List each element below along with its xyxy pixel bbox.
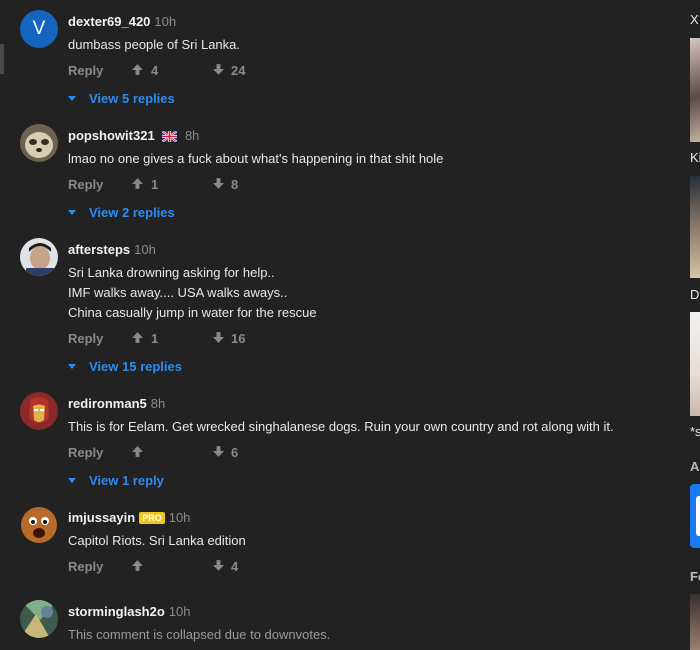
arrow-down-icon bbox=[213, 560, 224, 571]
reply-button[interactable]: Reply bbox=[68, 177, 103, 192]
uk-flag-icon bbox=[162, 131, 178, 142]
sidebar-thumbnail[interactable] bbox=[690, 312, 700, 416]
view-replies-label: View 5 replies bbox=[89, 91, 175, 106]
username[interactable]: dexter69_420 bbox=[68, 14, 150, 29]
comment-text: This comment is collapsed due to downvot… bbox=[68, 625, 330, 645]
arrow-up-icon bbox=[132, 446, 143, 457]
comment-line: China casually jump in water for the res… bbox=[68, 305, 317, 320]
caret-down-icon bbox=[68, 96, 76, 101]
comment-line: Sri Lanka drowning asking for help.. bbox=[68, 265, 275, 280]
reply-button[interactable]: Reply bbox=[68, 63, 103, 78]
timestamp: 10h bbox=[168, 510, 191, 525]
arrow-down-icon bbox=[213, 178, 224, 189]
arrow-up-icon bbox=[132, 560, 143, 571]
arrow-down-icon bbox=[213, 332, 224, 343]
arrow-up-icon bbox=[132, 178, 143, 189]
avatar[interactable]: V bbox=[20, 10, 58, 48]
timestamp: 10h bbox=[134, 242, 156, 257]
sidebar-text: *s bbox=[690, 424, 700, 439]
comment-text: Sri Lanka drowning asking for help.. IMF… bbox=[68, 263, 317, 323]
sidebar-heading: A bbox=[690, 459, 700, 474]
sidebar-thumbnail[interactable] bbox=[690, 38, 700, 142]
upvote-count: 1 bbox=[151, 177, 159, 192]
comment-text: dumbass people of Sri Lanka. bbox=[68, 35, 240, 55]
arrow-up-icon bbox=[132, 64, 143, 75]
caret-down-icon bbox=[68, 364, 76, 369]
caret-down-icon bbox=[68, 478, 76, 483]
downvote-count: 16 bbox=[231, 331, 246, 346]
avatar-letter: V bbox=[32, 18, 46, 39]
caret-down-icon bbox=[68, 210, 76, 215]
upvote-button[interactable] bbox=[131, 63, 144, 78]
arrow-up-icon bbox=[132, 332, 143, 343]
view-replies-label: View 15 replies bbox=[89, 359, 182, 374]
comment-line: This is for Eelam. Get wrecked singhalan… bbox=[68, 419, 614, 434]
upvote-button[interactable] bbox=[131, 177, 144, 192]
reply-button[interactable]: Reply bbox=[68, 559, 103, 574]
upvote-button[interactable] bbox=[131, 445, 144, 460]
photo-avatar-image bbox=[20, 238, 58, 276]
downvote-count: 4 bbox=[231, 559, 239, 574]
view-replies-button[interactable]: View 1 reply bbox=[68, 473, 164, 488]
timestamp: 10h bbox=[168, 604, 191, 619]
collapsed-notice: This comment is collapsed due to downvot… bbox=[68, 627, 331, 642]
username[interactable]: aftersteps bbox=[68, 242, 130, 257]
downvote-count: 6 bbox=[231, 445, 239, 460]
avatar[interactable] bbox=[20, 124, 58, 162]
upvote-button[interactable] bbox=[131, 559, 144, 574]
right-sidebar: X Ki D *s A Fe bbox=[684, 0, 700, 650]
username[interactable]: redironman5 bbox=[68, 396, 147, 411]
downvote-button[interactable] bbox=[212, 331, 225, 346]
timestamp: 8h bbox=[184, 128, 200, 143]
sidebar-text: D bbox=[690, 287, 700, 302]
comment-line: lmao no one gives a fuck about what's ha… bbox=[68, 151, 444, 166]
sidebar-ad-card[interactable] bbox=[690, 484, 700, 548]
sidebar-heading: Fe bbox=[690, 569, 700, 584]
downvote-button[interactable] bbox=[212, 445, 225, 460]
view-replies-button[interactable]: View 5 replies bbox=[68, 91, 175, 106]
username[interactable]: storminglash2o bbox=[68, 604, 165, 619]
reply-button[interactable]: Reply bbox=[68, 445, 103, 460]
timestamp: 10h bbox=[154, 14, 177, 29]
downvote-button[interactable] bbox=[212, 559, 225, 574]
upvote-count: 1 bbox=[151, 331, 159, 346]
username[interactable]: imjussayin bbox=[68, 510, 135, 525]
comment-line: dumbass people of Sri Lanka. bbox=[68, 37, 240, 52]
downvote-count: 24 bbox=[231, 63, 246, 78]
comment-line: Capitol Riots. Sri Lanka edition bbox=[68, 533, 246, 548]
collage-avatar-image bbox=[20, 600, 58, 638]
comment-text: lmao no one gives a fuck about what's ha… bbox=[68, 149, 443, 169]
username[interactable]: popshowit321 bbox=[68, 128, 155, 143]
upvote-count: 4 bbox=[151, 63, 159, 78]
timestamp: 8h bbox=[150, 396, 166, 411]
avatar[interactable] bbox=[20, 506, 58, 544]
sidebar-text: Ki bbox=[690, 150, 700, 165]
view-replies-button[interactable]: View 15 replies bbox=[68, 359, 182, 374]
view-replies-button[interactable]: View 2 replies bbox=[68, 205, 175, 220]
avatar[interactable] bbox=[20, 600, 58, 638]
downvote-button[interactable] bbox=[212, 177, 225, 192]
comment-text: Capitol Riots. Sri Lanka edition bbox=[68, 531, 246, 551]
view-replies-label: View 2 replies bbox=[89, 205, 175, 220]
scroll-indicator bbox=[0, 44, 4, 74]
avatar[interactable] bbox=[20, 238, 58, 276]
sidebar-thumbnail[interactable] bbox=[690, 594, 700, 650]
upvote-button[interactable] bbox=[131, 331, 144, 346]
reply-button[interactable]: Reply bbox=[68, 331, 103, 346]
sloth-avatar-image bbox=[20, 124, 58, 162]
avatar[interactable] bbox=[20, 392, 58, 430]
cartoon-avatar-image bbox=[20, 506, 58, 544]
sidebar-text: X bbox=[690, 12, 699, 27]
pro-badge: PRO bbox=[139, 512, 165, 524]
comment-line: IMF walks away.... USA walks aways.. bbox=[68, 285, 288, 300]
ironman-avatar-image bbox=[20, 392, 58, 430]
comment-text: This is for Eelam. Get wrecked singhalan… bbox=[68, 417, 614, 437]
view-replies-label: View 1 reply bbox=[89, 473, 164, 488]
arrow-down-icon bbox=[213, 64, 224, 75]
sidebar-thumbnail[interactable] bbox=[690, 176, 700, 278]
arrow-down-icon bbox=[213, 446, 224, 457]
downvote-button[interactable] bbox=[212, 63, 225, 78]
downvote-count: 8 bbox=[231, 177, 239, 192]
